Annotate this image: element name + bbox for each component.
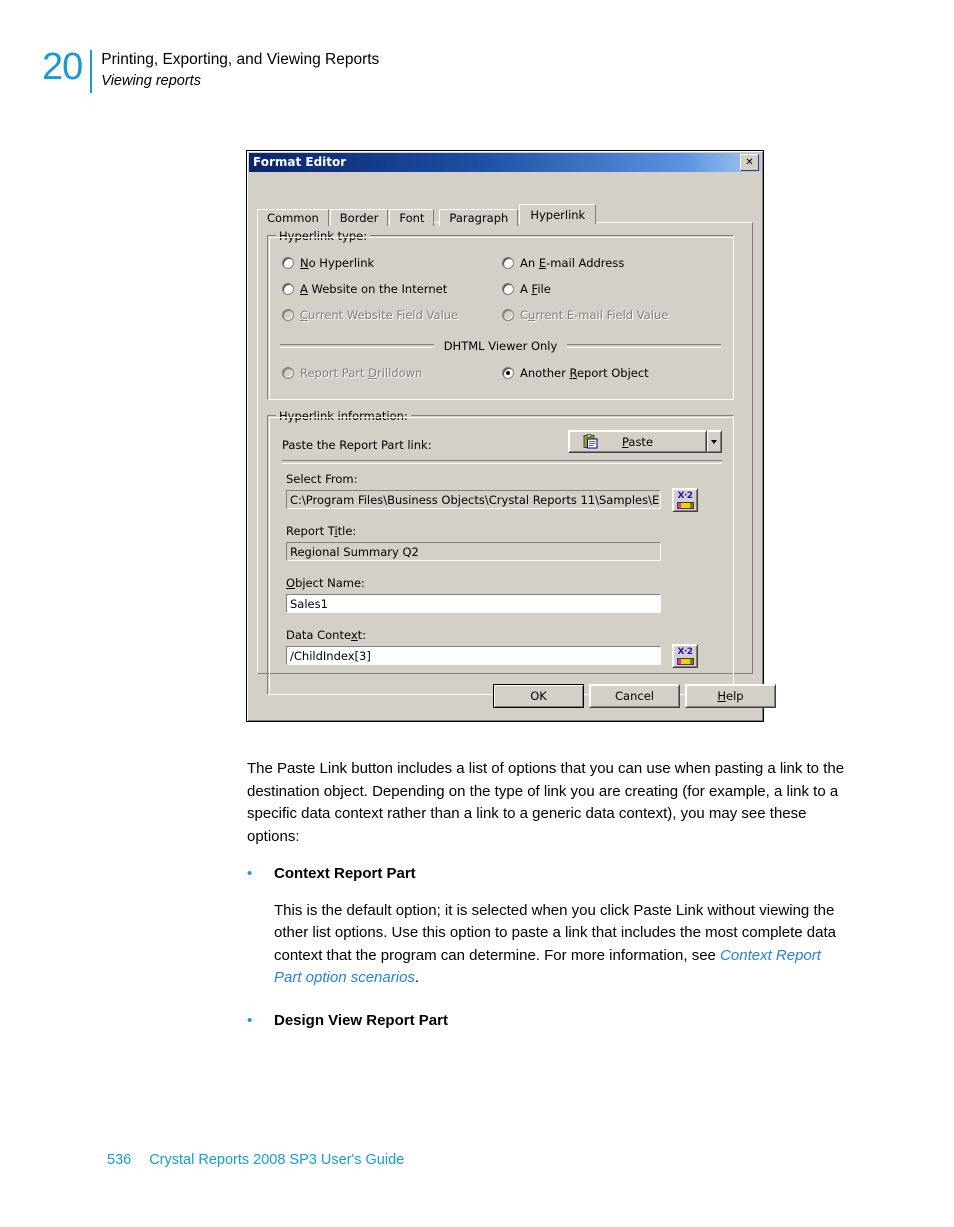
- intro-paragraph: The Paste Link button includes a list of…: [247, 760, 845, 845]
- radio-label: A Website on the Internet: [300, 282, 448, 296]
- select-from-formula-button[interactable]: X·2: [672, 488, 698, 512]
- bullet-heading: Context Report Part: [274, 865, 416, 882]
- header-divider-rule: [90, 50, 93, 93]
- tab-hyperlink[interactable]: Hyperlink: [519, 204, 597, 224]
- radio-another-report-object[interactable]: Another Report Object: [502, 366, 649, 380]
- tabstrip: Common Border Font Paragraph Hyperlink: [257, 204, 753, 226]
- paste-split-button[interactable]: Paste: [568, 430, 722, 453]
- help-button[interactable]: Help: [685, 684, 776, 708]
- hyperlink-information-groupbox: Hyperlink information: Paste the Report …: [267, 409, 734, 695]
- radio-label: Current E-mail Field Value: [520, 308, 669, 322]
- report-title-label: Report Title:: [286, 524, 357, 538]
- radio-mark-icon: [282, 309, 294, 321]
- x2-formula-icon: X·2: [677, 646, 693, 657]
- hyperlink-type-groupbox: Hyperlink type: No Hyperlink An E-mail A…: [267, 229, 734, 400]
- hyperlink-type-legend: Hyperlink type:: [276, 229, 371, 243]
- page-subtitle: Viewing reports: [101, 73, 201, 89]
- paste-button[interactable]: Paste: [568, 430, 707, 453]
- radio-mark-icon: [282, 283, 294, 295]
- bullet-heading: Design View Report Part: [274, 1011, 448, 1029]
- page-title: Printing, Exporting, and Viewing Reports: [101, 51, 380, 68]
- hyperlink-tab-page: Hyperlink type: No Hyperlink An E-mail A…: [257, 222, 753, 695]
- chevron-down-icon[interactable]: [706, 430, 722, 453]
- separator-line-left: [280, 344, 434, 348]
- hyperlink-information-legend: Hyperlink information:: [276, 409, 411, 423]
- object-name-input[interactable]: Sales1: [286, 594, 661, 613]
- page-footer: 536 Crystal Reports 2008 SP3 User's Guid…: [107, 1152, 404, 1168]
- radio-label: Report Part Drilldown: [300, 366, 423, 380]
- tab-border[interactable]: Border: [329, 209, 389, 226]
- chevron-glyph: [711, 439, 717, 444]
- radio-label: An E-mail Address: [520, 256, 625, 270]
- radio-label: Current Website Field Value: [300, 308, 459, 322]
- bullet-marker-icon: •: [247, 865, 253, 882]
- description-text-after: .: [414, 969, 420, 986]
- radio-report-part-drilldown: Report Part Drilldown: [282, 366, 422, 380]
- page-header: 20 Printing, Exporting, and Viewing Repo…: [42, 48, 379, 93]
- radio-an-email-address[interactable]: An E-mail Address: [502, 256, 624, 270]
- radio-a-file[interactable]: A File: [502, 282, 551, 296]
- dialog-body: Common Border Font Paragraph Hyperlink H…: [250, 176, 776, 718]
- tab-paragraph[interactable]: Paragraph: [439, 209, 519, 226]
- data-context-formula-button[interactable]: X·2: [672, 644, 698, 668]
- separator-line-right: [567, 344, 722, 348]
- paste-button-label: Paste: [621, 434, 654, 449]
- dialog-button-bar: OK Cancel Help: [257, 682, 776, 712]
- dialog-title: Format Editor: [253, 155, 347, 169]
- paste-prompt-label: Paste the Report Part link:: [282, 438, 432, 452]
- radio-mark-icon: [282, 367, 294, 379]
- report-title-input[interactable]: Regional Summary Q2: [286, 542, 661, 561]
- bullet-marker-icon: •: [247, 1011, 253, 1029]
- data-context-label: Data Context:: [286, 628, 367, 642]
- context-report-part-description: This is the default option; it is select…: [274, 900, 846, 990]
- bullet-item-design-view-report-part: • Design View Report Part: [247, 1010, 859, 1033]
- select-from-input[interactable]: C:\Program Files\Business Objects\Crysta…: [286, 490, 661, 509]
- dialog-titlebar[interactable]: Format Editor ✕: [249, 153, 761, 172]
- radio-mark-icon: [502, 309, 514, 321]
- x2-formula-icon: X·2: [677, 490, 693, 501]
- footer-guide-title: Crystal Reports 2008 SP3 User's Guide: [149, 1152, 405, 1168]
- radio-mark-icon: [502, 257, 514, 269]
- paste-section-divider: [282, 460, 722, 464]
- content-area: The Paste Link button includes a list of…: [247, 758, 859, 1032]
- footer-page-number: 536: [107, 1152, 132, 1168]
- radio-a-website-on-the-internet[interactable]: A Website on the Internet: [282, 282, 447, 296]
- data-context-input[interactable]: /ChildIndex[3]: [286, 646, 661, 665]
- dhtml-viewer-separator: DHTML Viewer Only: [268, 339, 733, 353]
- radio-current-email-field-value: Current E-mail Field Value: [502, 308, 668, 322]
- header-text-block: Printing, Exporting, and Viewing Reports…: [101, 48, 379, 91]
- pencil-icon: [676, 657, 694, 665]
- pencil-icon: [676, 501, 694, 509]
- format-editor-dialog: Format Editor ✕ Common Border Font Parag…: [246, 150, 776, 722]
- radio-label: A File: [520, 282, 551, 296]
- radio-label: No Hyperlink: [300, 256, 375, 270]
- radio-mark-icon: [502, 367, 514, 379]
- radio-mark-icon: [502, 283, 514, 295]
- radio-no-hyperlink[interactable]: No Hyperlink: [282, 256, 374, 270]
- radio-current-website-field-value: Current Website Field Value: [282, 308, 458, 322]
- dhtml-viewer-caption: DHTML Viewer Only: [443, 339, 558, 353]
- tab-font[interactable]: Font: [389, 209, 435, 226]
- ok-button[interactable]: OK: [493, 684, 584, 708]
- select-from-label: Select From:: [286, 472, 358, 486]
- close-icon[interactable]: ✕: [740, 154, 759, 171]
- cancel-button[interactable]: Cancel: [589, 684, 680, 708]
- radio-mark-icon: [282, 257, 294, 269]
- radio-label: Another Report Object: [520, 366, 649, 380]
- bullet-item-context-report-part: • Context Report Part: [247, 863, 859, 886]
- tab-common[interactable]: Common: [257, 209, 329, 226]
- chapter-number: 20: [42, 46, 83, 88]
- object-name-label: Object Name:: [286, 576, 365, 590]
